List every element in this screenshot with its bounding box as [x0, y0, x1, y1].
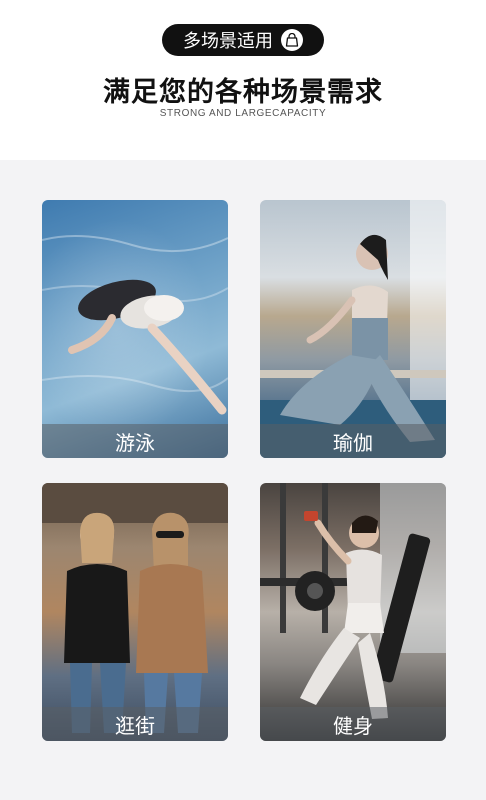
scene-card-shopping: 逛街: [42, 483, 228, 741]
gym-fitness-photo: [260, 483, 446, 719]
swimming-photo: [42, 235, 228, 415]
scene-badge: 多场景适用: [162, 24, 324, 56]
scene-card-gym: 健身: [260, 483, 446, 741]
scene-card-yoga: 瑜伽: [260, 200, 446, 458]
scene-caption-yoga: 瑜伽: [260, 424, 446, 458]
scene-card-swimming: 游泳: [42, 200, 228, 458]
header-section: 多场景适用 满足您的各种场景需求 STRONG AND LARGECAPACIT…: [0, 0, 486, 160]
scene-caption-gym: 健身: [260, 707, 446, 741]
yoga-photo: [260, 200, 446, 458]
shopping-street-photo: [42, 483, 228, 733]
shopping-bag-icon: [281, 29, 303, 51]
scene-caption-shopping: 逛街: [42, 707, 228, 741]
scene-badge-label: 多场景适用: [183, 31, 273, 52]
scene-caption-swimming: 游泳: [42, 424, 228, 458]
page-subtitle: STRONG AND LARGECAPACITY: [159, 108, 327, 119]
page-title: 满足您的各种场景需求: [103, 77, 383, 108]
